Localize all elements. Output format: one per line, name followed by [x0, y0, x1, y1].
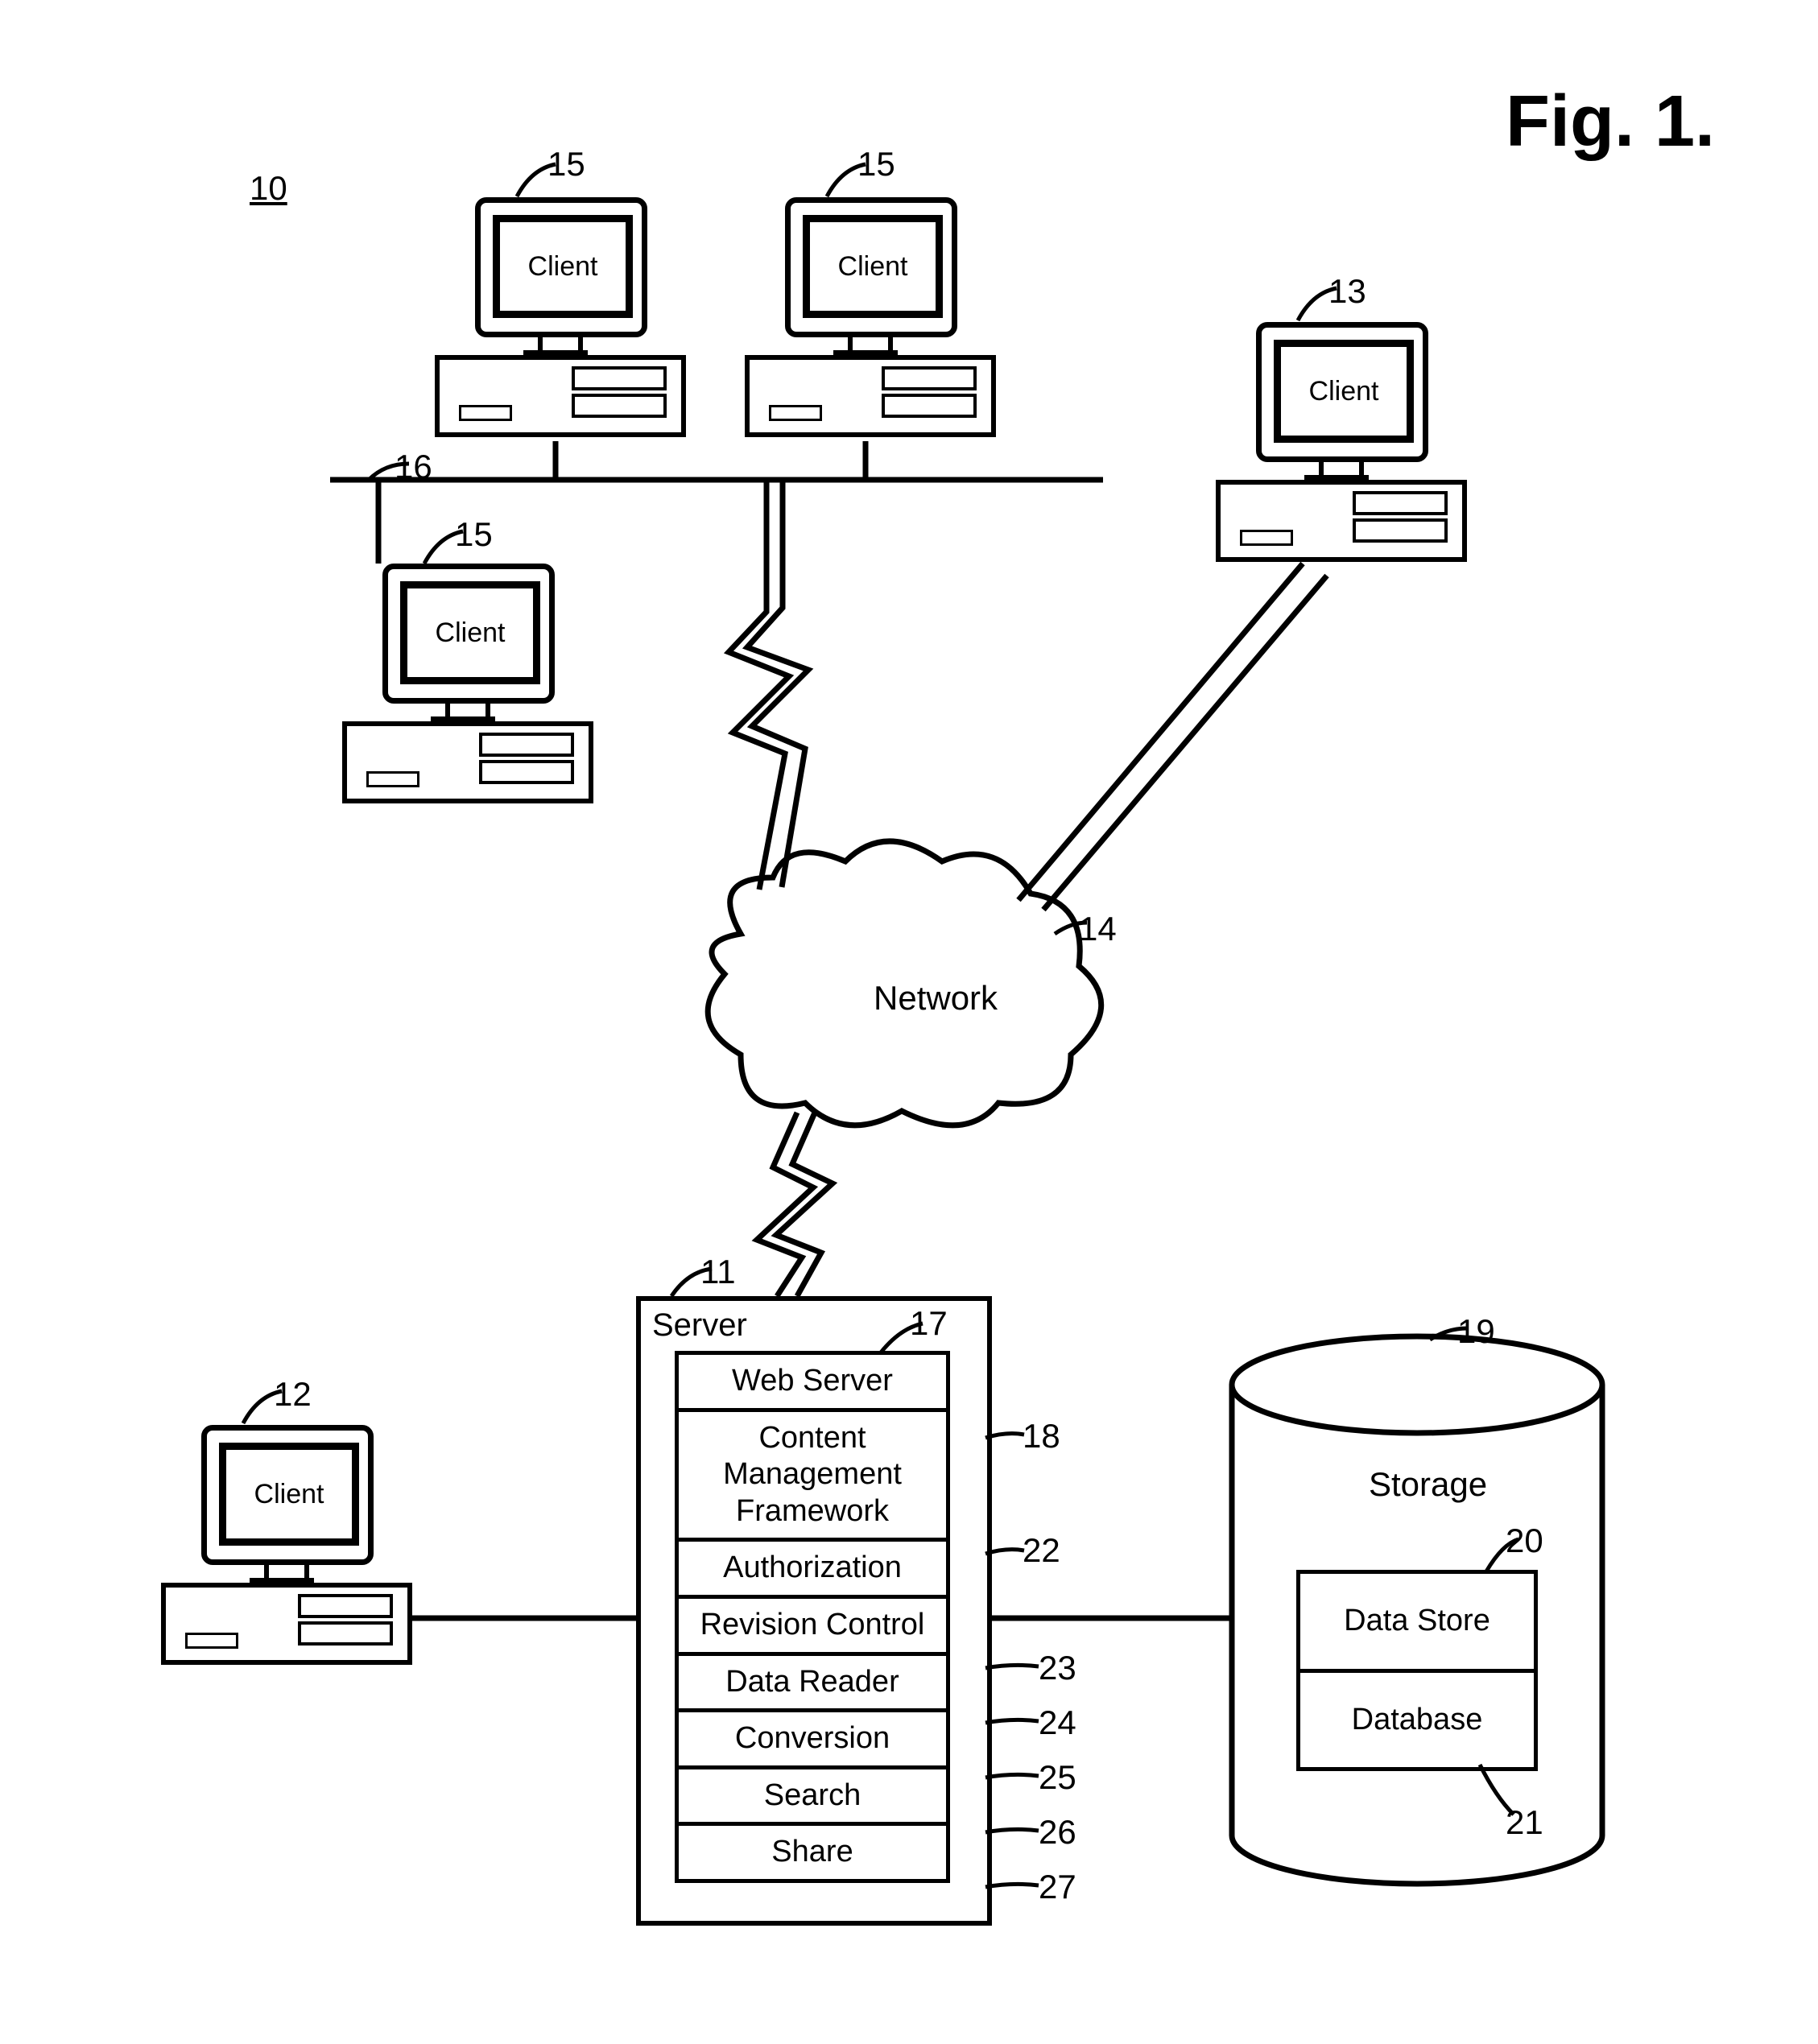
ref-23: 23: [1039, 1649, 1076, 1687]
server-title: Server: [652, 1307, 747, 1344]
ref-11: 11: [700, 1253, 736, 1291]
ref-10: 10: [250, 169, 287, 208]
ref-13: 13: [1328, 272, 1366, 311]
ref-14: 14: [1079, 910, 1117, 948]
client-label: Client: [1274, 340, 1414, 443]
storage-data-store: Data Store: [1300, 1574, 1534, 1673]
ref-15c: 15: [455, 515, 493, 554]
figure-title: Fig. 1.: [1506, 81, 1715, 163]
server-item-conversion: Conversion: [675, 1712, 950, 1769]
client-label: Client: [493, 215, 633, 318]
ref-19: 19: [1457, 1312, 1495, 1351]
ref-24: 24: [1039, 1703, 1076, 1742]
client-label: Client: [219, 1443, 359, 1546]
ref-16: 16: [395, 448, 432, 486]
client-label: Client: [803, 215, 943, 318]
ref-25: 25: [1039, 1758, 1076, 1797]
ref-18: 18: [1023, 1417, 1060, 1456]
server-item-search: Search: [675, 1769, 950, 1827]
server-item-share: Share: [675, 1826, 950, 1883]
ref-15b: 15: [857, 145, 895, 184]
client-label: Client: [400, 581, 540, 684]
ref-17: 17: [910, 1304, 948, 1343]
ref-27: 27: [1039, 1868, 1076, 1906]
diagram-canvas: Fig. 1. 10 Client Client Client Client C…: [0, 0, 1818, 2044]
network-label: Network: [874, 979, 998, 1018]
server-item-cmf: Content Management Framework: [675, 1412, 950, 1542]
server-box: Server Web Server Content Management Fra…: [636, 1296, 992, 1926]
server-item-revision: Revision Control: [675, 1599, 950, 1656]
server-item-authorization: Authorization: [675, 1542, 950, 1599]
ref-12: 12: [274, 1375, 312, 1414]
ref-15a: 15: [547, 145, 585, 184]
storage-database: Database: [1300, 1673, 1534, 1768]
ref-21: 21: [1506, 1803, 1543, 1842]
ref-22: 22: [1023, 1531, 1060, 1570]
ref-20: 20: [1506, 1522, 1543, 1560]
ref-26: 26: [1039, 1813, 1076, 1852]
server-item-web-server: Web Server: [675, 1351, 950, 1412]
storage-inner: Data Store Database: [1296, 1570, 1538, 1771]
storage-label: Storage: [1369, 1465, 1487, 1504]
server-item-data-reader: Data Reader: [675, 1656, 950, 1713]
